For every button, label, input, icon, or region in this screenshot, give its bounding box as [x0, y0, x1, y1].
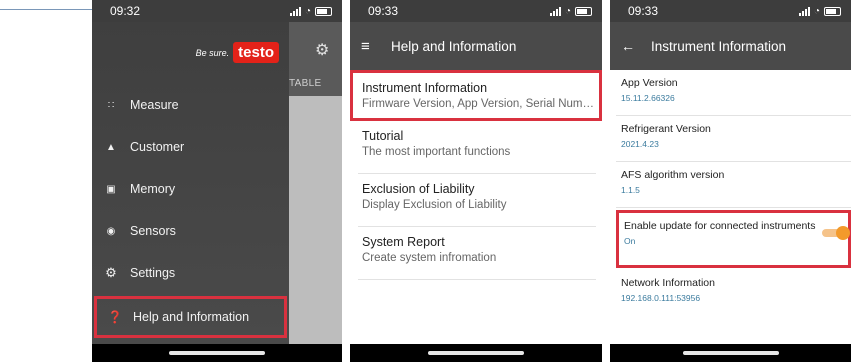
list-item-instrument-information[interactable]: Instrument Information Firmware Version,… — [350, 70, 602, 121]
grid-icon: ∷ — [107, 99, 115, 111]
menu-item-sensors[interactable]: ◉ Sensors — [92, 210, 289, 252]
help-list: Instrument Information Firmware Version,… — [350, 70, 602, 280]
sensor-icon: ◉ — [106, 225, 116, 237]
status-bar: 09:32 ◔ — [92, 0, 342, 22]
update-toggle-switch[interactable] — [822, 226, 850, 240]
status-time: 09:33 — [368, 4, 399, 18]
list-item-subtitle: Firmware Version, App Version, Serial Nu… — [362, 98, 595, 110]
info-title: AFS algorithm version — [621, 169, 725, 181]
info-value: 192.168.0.111:53956 — [621, 293, 701, 303]
signal-icon — [289, 6, 301, 16]
list-item-exclusion-of-liability[interactable]: Exclusion of Liability Display Exclusion… — [358, 174, 596, 227]
menu-item-measure[interactable]: ∷ Measure — [92, 84, 289, 126]
person-icon: ▲ — [106, 141, 116, 153]
list-item-tutorial[interactable]: Tutorial The most important functions — [358, 121, 596, 174]
archive-icon: ▣ — [106, 183, 116, 195]
menu-item-help-and-information[interactable]: ❓ Help and Information — [94, 296, 287, 338]
info-value: 1.1.5 — [621, 185, 640, 195]
info-row-network-information: Network Information 192.168.0.111:53956 — [616, 270, 851, 316]
list-item-title: System Report — [362, 235, 445, 249]
status-time: 09:32 — [110, 4, 141, 18]
status-bar: 09:33 ◔ — [610, 0, 851, 22]
background-screen: ⚙ TABLE — [289, 22, 342, 344]
info-row-afs-algorithm-version: AFS algorithm version 1.1.5 — [616, 162, 851, 208]
hamburger-icon[interactable]: ≡ — [350, 38, 391, 55]
info-title: Enable update for connected instruments — [624, 220, 816, 232]
info-title: App Version — [621, 77, 678, 89]
menu-item-label: Memory — [130, 182, 176, 196]
info-row-refrigerant-version: Refrigerant Version 2021.4.23 — [616, 116, 851, 162]
menu-item-label: Customer — [130, 140, 185, 154]
phone-screen-help: 09:33 ◔ ≡ Help and Information Instrumen… — [350, 0, 602, 362]
battery-icon — [575, 6, 592, 16]
status-bar: 09:33 ◔ — [350, 0, 602, 22]
menu-item-customer[interactable]: ▲ Customer — [92, 126, 289, 168]
instrument-info-list: App Version 15.11.2.66326 Refrigerant Ve… — [616, 70, 851, 316]
home-indicator[interactable] — [92, 344, 342, 362]
info-value: 15.11.2.66326 — [621, 93, 675, 103]
page-title: Help and Information — [391, 38, 517, 54]
background-tab-label: TABLE — [289, 78, 322, 89]
back-arrow-icon[interactable]: ← — [610, 38, 651, 54]
background-appbar: ⚙ TABLE — [289, 22, 342, 96]
home-indicator[interactable] — [350, 344, 602, 362]
list-item-title: Tutorial — [362, 129, 404, 143]
info-value: On — [624, 236, 636, 246]
menu-item-settings[interactable]: ⚙ Settings — [92, 252, 289, 294]
info-title: Network Information — [621, 277, 715, 289]
toggle-knob — [836, 226, 850, 240]
phone-screen-instrument-information: 09:33 ◔ ← Instrument Information App Ver… — [610, 0, 851, 362]
info-row-enable-update[interactable]: Enable update for connected instruments … — [616, 210, 851, 268]
top-divider-line — [0, 9, 92, 10]
brand-logo: Be sure. testo — [196, 42, 279, 63]
gear-icon: ⚙ — [105, 265, 117, 280]
app-bar: ← Instrument Information — [610, 22, 851, 70]
wifi-icon: ◔ — [813, 5, 820, 17]
info-value: 2021.4.23 — [621, 139, 659, 149]
navigation-drawer: Be sure. testo ∷ Measure ▲ Customer ▣ Me… — [92, 22, 289, 344]
status-time: 09:33 — [628, 4, 659, 18]
list-item-title: Instrument Information — [362, 81, 488, 95]
brand-tagline: Be sure. — [195, 47, 230, 58]
menu-item-label: Sensors — [130, 224, 176, 238]
help-icon: ❓ — [107, 310, 123, 324]
battery-icon — [315, 6, 332, 16]
wifi-icon: ◔ — [304, 5, 311, 17]
menu-item-label: Measure — [130, 98, 179, 112]
list-item-subtitle: The most important functions — [362, 146, 511, 158]
menu-item-label: Settings — [130, 266, 176, 280]
menu-item-memory[interactable]: ▣ Memory — [92, 168, 289, 210]
battery-icon — [824, 6, 841, 16]
signal-icon — [798, 6, 810, 16]
home-indicator[interactable] — [610, 344, 851, 362]
phone-screen-menu: 09:32 ◔ ⚙ TABLE Be sure. testo ∷ Measure… — [92, 0, 342, 362]
app-bar: ≡ Help and Information — [350, 22, 602, 70]
list-item-subtitle: Display Exclusion of Liability — [362, 199, 507, 211]
testo-logo: testo — [233, 42, 279, 63]
info-row-app-version: App Version 15.11.2.66326 — [616, 70, 851, 116]
list-item-system-report[interactable]: System Report Create system infromation — [358, 227, 596, 280]
gear-icon[interactable]: ⚙ — [315, 40, 329, 60]
list-item-subtitle: Create system infromation — [362, 252, 497, 264]
page-title: Instrument Information — [651, 38, 787, 54]
list-item-title: Exclusion of Liability — [362, 182, 475, 196]
menu-item-label: Help and Information — [133, 310, 250, 324]
info-title: Refrigerant Version — [621, 123, 711, 135]
wifi-icon: ◔ — [564, 5, 571, 17]
signal-icon — [549, 6, 561, 16]
